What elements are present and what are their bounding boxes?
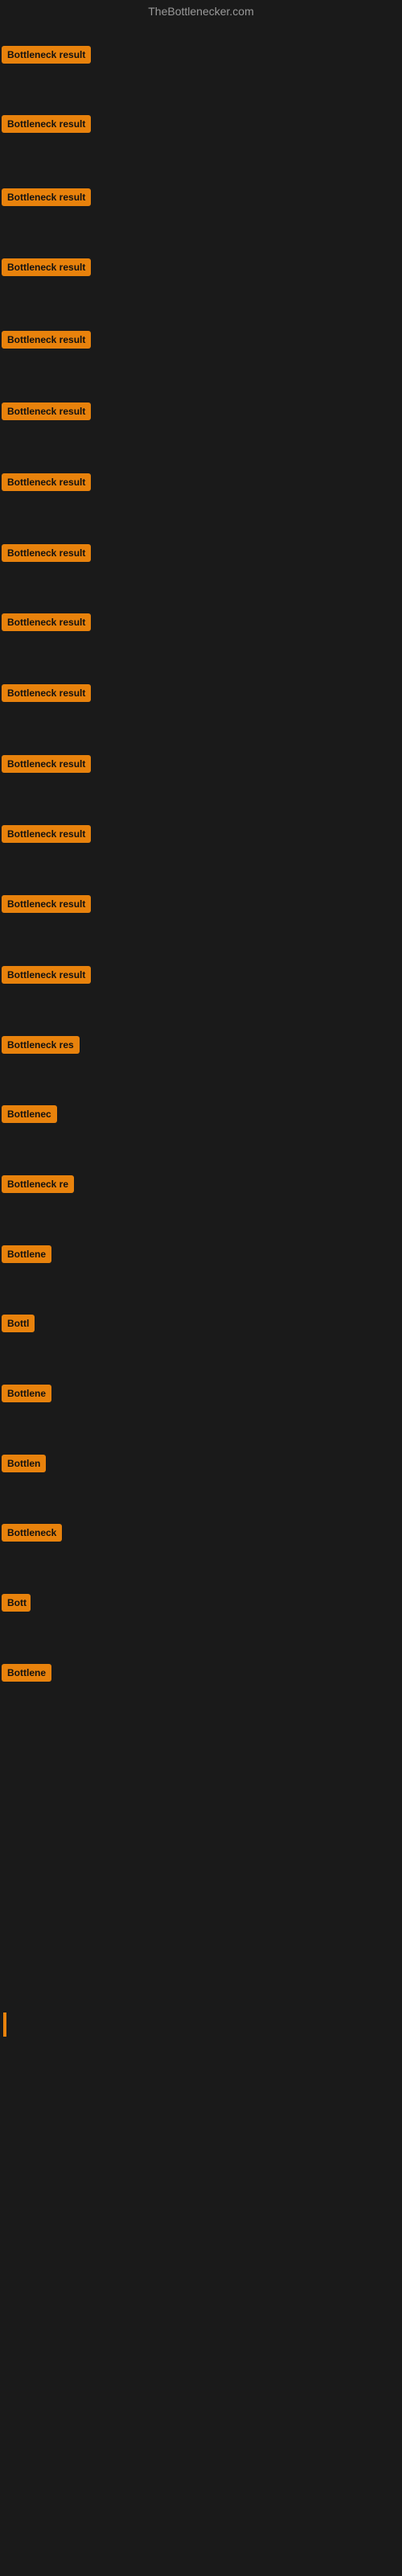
bottleneck-badge[interactable]: Bottleneck result: [2, 825, 91, 843]
bottleneck-badge[interactable]: Bottleneck result: [2, 755, 91, 773]
bottleneck-item[interactable]: Bottleneck result: [2, 895, 91, 913]
bottleneck-item[interactable]: Bottleneck re: [2, 1175, 74, 1193]
bottleneck-item[interactable]: Bottleneck result: [2, 473, 91, 491]
bottleneck-item[interactable]: Bottleneck result: [2, 966, 91, 984]
bottleneck-badge[interactable]: Bottleneck res: [2, 1036, 80, 1054]
bottleneck-badge[interactable]: Bottleneck: [2, 1524, 62, 1542]
bottleneck-item[interactable]: Bottleneck result: [2, 46, 91, 64]
bottleneck-badge[interactable]: Bottleneck result: [2, 544, 91, 562]
bottleneck-item[interactable]: Bottleneck result: [2, 188, 91, 206]
bottleneck-item[interactable]: Bottleneck result: [2, 684, 91, 702]
bottleneck-badge[interactable]: Bottlen: [2, 1455, 46, 1472]
bottleneck-badge[interactable]: Bottleneck result: [2, 966, 91, 984]
bottleneck-item[interactable]: Bottlene: [2, 1385, 51, 1402]
bottleneck-item[interactable]: Bottleneck result: [2, 331, 91, 349]
bottleneck-badge[interactable]: Bottleneck result: [2, 188, 91, 206]
bottleneck-item[interactable]: Bottleneck result: [2, 402, 91, 420]
bottleneck-badge[interactable]: Bottleneck result: [2, 258, 91, 276]
bottleneck-item[interactable]: Bottleneck result: [2, 258, 91, 276]
site-title: TheBottlenecker.com: [148, 5, 254, 18]
bottleneck-badge[interactable]: Bottleneck result: [2, 115, 91, 133]
page-wrapper: TheBottlenecker.com Bottleneck result Bot…: [0, 0, 402, 2576]
bottleneck-badge[interactable]: Bottlene: [2, 1664, 51, 1682]
bottleneck-badge[interactable]: Bottlenec: [2, 1105, 57, 1123]
bottleneck-item[interactable]: Bottlene: [2, 1245, 51, 1263]
bottleneck-badge[interactable]: Bottleneck re: [2, 1175, 74, 1193]
bottleneck-item[interactable]: Bottleneck result: [2, 755, 91, 773]
bottleneck-item[interactable]: Bottleneck result: [2, 544, 91, 562]
bottleneck-badge[interactable]: Bottleneck result: [2, 46, 91, 64]
bottleneck-item[interactable]: Bottl: [2, 1315, 35, 1332]
bottleneck-badge[interactable]: Bottlene: [2, 1385, 51, 1402]
bottleneck-badge[interactable]: Bottleneck result: [2, 473, 91, 491]
bottleneck-badge[interactable]: Bottlene: [2, 1245, 51, 1263]
bottleneck-item[interactable]: Bottlenec: [2, 1105, 57, 1123]
site-header: TheBottlenecker.com: [0, 0, 402, 23]
bottleneck-item[interactable]: Bottlene: [2, 1664, 51, 1682]
bottleneck-badge[interactable]: Bottleneck result: [2, 895, 91, 913]
bottleneck-badge[interactable]: Bottleneck result: [2, 613, 91, 631]
bottleneck-badge[interactable]: Bottleneck result: [2, 402, 91, 420]
bottleneck-item[interactable]: Bottleneck: [2, 1524, 62, 1542]
bottleneck-item[interactable]: Bottleneck result: [2, 115, 91, 133]
bottleneck-badge[interactable]: Bottleneck result: [2, 331, 91, 349]
bottleneck-item[interactable]: Bottleneck result: [2, 825, 91, 843]
bottleneck-item[interactable]: Bott: [2, 1594, 31, 1612]
bottleneck-badge[interactable]: Bottl: [2, 1315, 35, 1332]
bottleneck-item[interactable]: Bottleneck result: [2, 613, 91, 631]
small-indicator: [3, 2013, 6, 2037]
bottleneck-item[interactable]: Bottlen: [2, 1455, 46, 1472]
bottleneck-badge[interactable]: Bott: [2, 1594, 31, 1612]
bottleneck-item[interactable]: Bottleneck res: [2, 1036, 80, 1054]
bottleneck-badge[interactable]: Bottleneck result: [2, 684, 91, 702]
